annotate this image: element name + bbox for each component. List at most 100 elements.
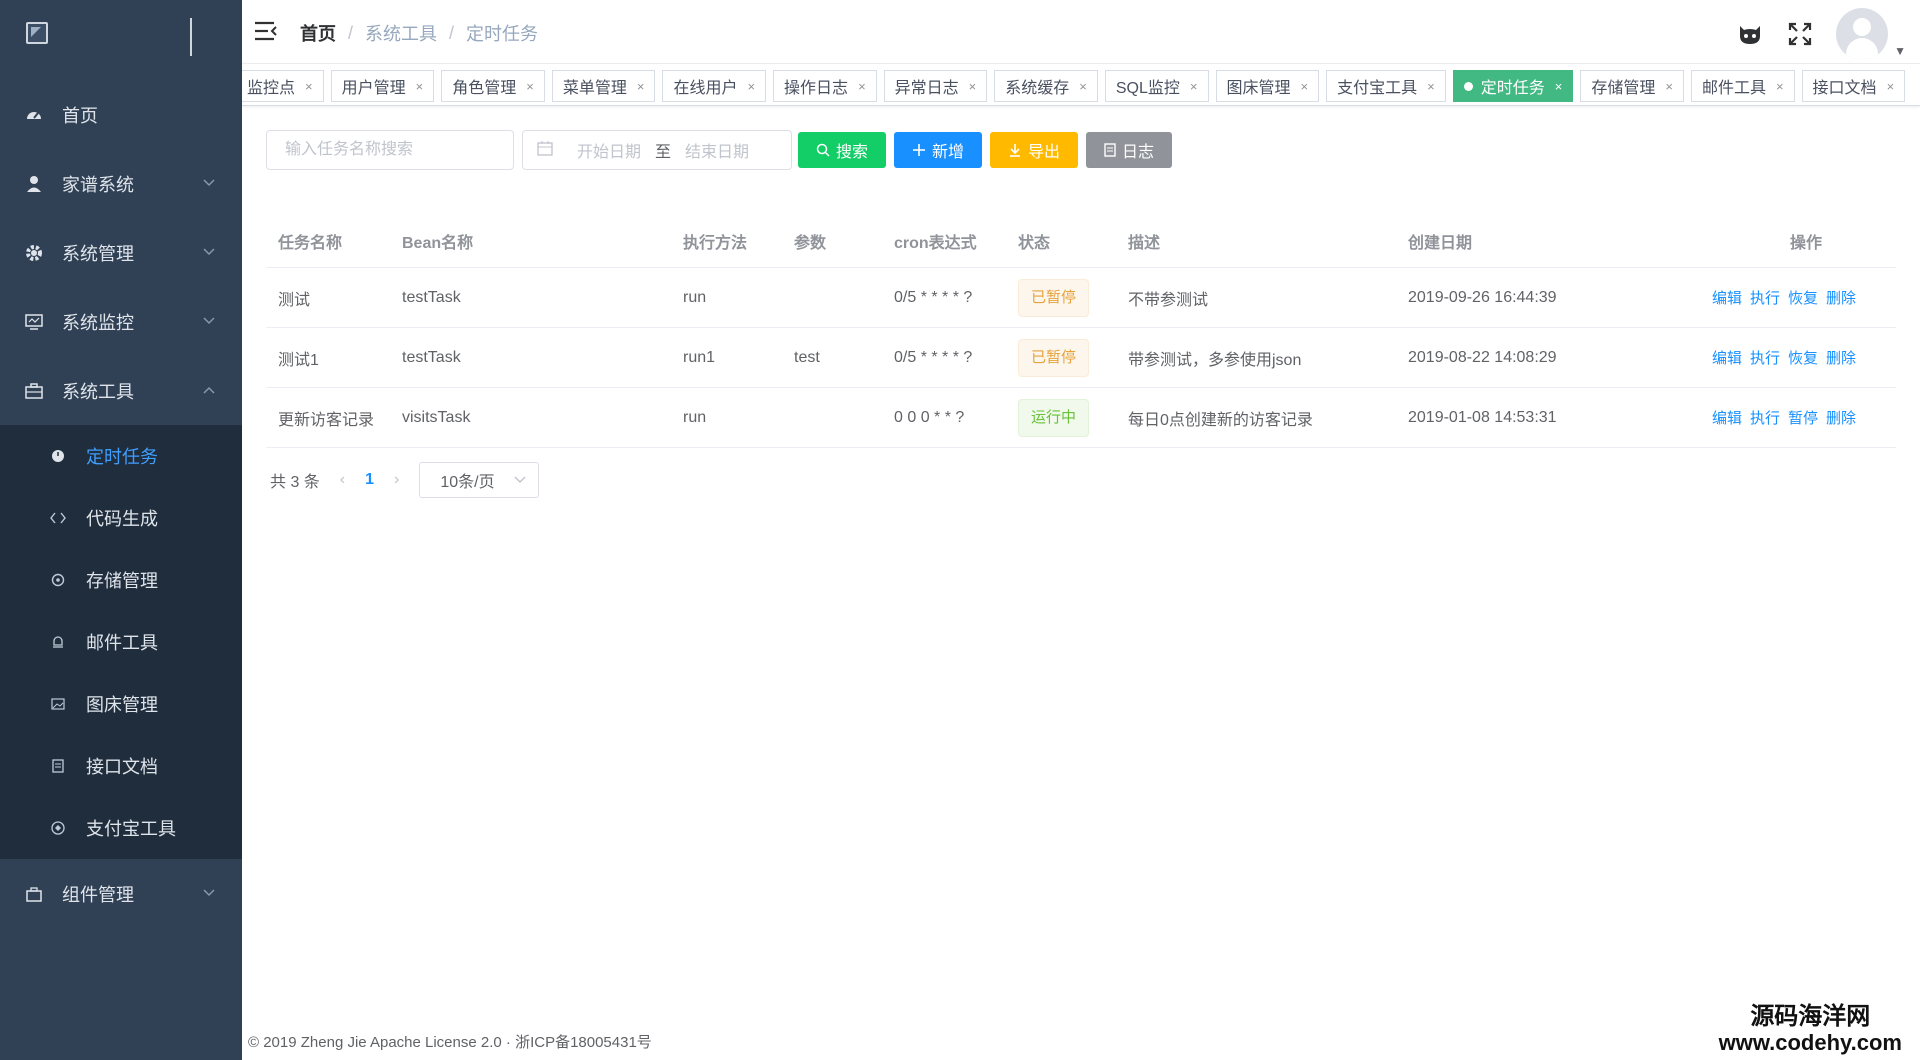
cell-task-name: 更新访客记录 <box>278 411 375 429</box>
sidebar-item-components[interactable]: 组件管理 <box>0 859 242 928</box>
github-icon[interactable] <box>1736 20 1764 48</box>
export-button[interactable]: 导出 <box>990 132 1079 168</box>
cell-params: test <box>794 348 820 366</box>
tag-13[interactable]: 邮件工具 × <box>1690 70 1795 102</box>
close-icon[interactable]: × <box>637 79 645 94</box>
op-link-2[interactable]: 恢复 <box>1788 350 1818 367</box>
tag-5[interactable]: 操作日志 × <box>773 70 877 102</box>
page-size-select[interactable]: 10条/页 <box>419 462 540 498</box>
date-range-picker[interactable]: 开始日期 至 结束日期 <box>522 130 792 170</box>
avatar[interactable] <box>1836 8 1889 60</box>
op-link-1[interactable]: 执行 <box>1750 350 1780 367</box>
close-icon[interactable]: × <box>1301 79 1309 94</box>
sidebar-item-genealogy[interactable]: 家谱系统 <box>0 149 242 218</box>
tag-0[interactable]: 监控点 × <box>242 70 324 102</box>
add-button[interactable]: 新增 <box>894 132 983 168</box>
op-link-0[interactable]: 编辑 <box>1712 350 1742 367</box>
cell-bean-name: visitsTask <box>402 408 471 426</box>
cell-create-date: 2019-09-26 16:44:39 <box>1408 288 1557 306</box>
tag-10[interactable]: 支付宝工具 × <box>1326 70 1446 102</box>
close-icon[interactable]: × <box>1427 79 1435 94</box>
table-body: 测试 testTask run 0/5 * * * * ? 已暂停 不带参测试 2019-0… <box>266 268 1896 448</box>
logo-area <box>0 0 242 80</box>
close-icon[interactable]: × <box>416 79 424 94</box>
footer: © 2019 Zheng Jie Apache License 2.0 · 浙I… <box>248 1034 652 1051</box>
logo-image[interactable] <box>26 22 48 44</box>
op-link-1[interactable]: 执行 <box>1750 290 1780 307</box>
op-link-3[interactable]: 删除 <box>1826 410 1856 427</box>
tag-label: 监控点 <box>247 80 296 97</box>
close-icon[interactable]: × <box>747 79 755 94</box>
search-button[interactable]: 搜索 <box>798 132 887 168</box>
close-icon[interactable]: × <box>1190 79 1198 94</box>
fullscreen-icon[interactable] <box>1786 20 1814 48</box>
tag-1[interactable]: 用户管理 × <box>330 70 435 102</box>
close-icon[interactable]: × <box>1665 79 1673 94</box>
header-operations: 操作 <box>1789 234 1822 252</box>
pagination-total: 共 3 条 <box>270 474 320 491</box>
tag-8[interactable]: SQL监控 × <box>1104 70 1209 102</box>
sidebar-item-alipay[interactable]: 支付宝工具 <box>0 797 242 859</box>
caret-down-icon[interactable]: ▼ <box>1894 44 1906 58</box>
tag-11[interactable]: 定时任务 × <box>1452 70 1574 102</box>
sidebar-item-system-tools[interactable]: 系统工具 <box>0 356 242 425</box>
close-icon[interactable]: × <box>1079 79 1087 94</box>
download-icon <box>1008 143 1022 157</box>
hamburger-icon[interactable] <box>254 20 278 42</box>
close-icon[interactable]: × <box>858 79 866 94</box>
task-name-search-input[interactable] <box>266 130 514 170</box>
op-link-1[interactable]: 执行 <box>1750 410 1780 427</box>
task-table: 任务名称 Bean名称 执行方法 参数 cron表达式 状态 描述 创建日期 操… <box>266 214 1896 448</box>
op-link-2[interactable]: 暂停 <box>1788 410 1818 427</box>
date-end[interactable]: 结束日期 <box>685 138 749 162</box>
sidebar-item-label: 邮件工具 <box>86 633 158 653</box>
tag-3[interactable]: 菜单管理 × <box>551 70 656 102</box>
op-link-3[interactable]: 删除 <box>1826 290 1856 307</box>
op-link-2[interactable]: 恢复 <box>1788 290 1818 307</box>
close-icon[interactable]: × <box>969 79 977 94</box>
close-icon[interactable]: × <box>305 79 313 94</box>
tag-9[interactable]: 图床管理 × <box>1215 70 1320 102</box>
breadcrumb-system-tools[interactable]: 系统工具 <box>365 20 437 46</box>
status-badge: 运行中 <box>1018 398 1090 437</box>
date-start[interactable]: 开始日期 <box>577 138 641 162</box>
tag-7[interactable]: 系统缓存 × <box>994 70 1098 102</box>
sidebar-item-home[interactable]: 首页 <box>0 80 242 149</box>
close-icon[interactable]: × <box>1887 79 1895 94</box>
sidebar-item-scheduled-tasks[interactable]: 定时任务 <box>0 425 242 487</box>
close-icon[interactable]: × <box>526 79 534 94</box>
tag-6[interactable]: 异常日志 × <box>883 70 988 102</box>
tag-4[interactable]: 在线用户 × <box>662 70 767 102</box>
chevron-up-icon <box>202 382 216 400</box>
chevron-right-icon[interactable]: › <box>394 471 399 489</box>
tag-12[interactable]: 存储管理 × <box>1580 70 1684 102</box>
watermark: 源码海洋网 www.codehy.com <box>1719 1004 1902 1056</box>
avatar-body <box>1846 38 1879 60</box>
sidebar-item-label: 组件管理 <box>62 884 134 905</box>
navbar: 首页 / 系统工具 / 定时任务 ▼ <box>242 0 1920 64</box>
op-link-3[interactable]: 删除 <box>1826 350 1856 367</box>
sidebar-item-api-docs[interactable]: 接口文档 <box>0 735 242 797</box>
chevron-left-icon[interactable]: ‹ <box>340 471 345 489</box>
toolbox-icon <box>24 381 44 401</box>
sidebar-item-image-hosting[interactable]: 图床管理 <box>0 673 242 735</box>
sidebar-item-system-management[interactable]: 系统管理 <box>0 218 242 287</box>
sidebar-item-label: 存储管理 <box>86 571 158 591</box>
page-content: 开始日期 至 结束日期 搜索 新增 导出 日志 任务名 <box>266 130 1896 498</box>
sidebar-item-mail[interactable]: 邮件工具 <box>0 611 242 673</box>
close-icon[interactable]: × <box>1776 79 1784 94</box>
tag-14[interactable]: 接口文档 × <box>1801 70 1906 102</box>
op-link-0[interactable]: 编辑 <box>1712 290 1742 307</box>
sidebar-item-system-monitor[interactable]: 系统监控 <box>0 287 242 356</box>
op-link-0[interactable]: 编辑 <box>1712 410 1742 427</box>
breadcrumb-home[interactable]: 首页 <box>300 20 336 46</box>
log-button-label: 日志 <box>1122 144 1155 161</box>
sidebar-item-code-generation[interactable]: 代码生成 <box>0 487 242 549</box>
sidebar-item-storage[interactable]: 存储管理 <box>0 549 242 611</box>
cell-description: 每日0点创建新的访客记录 <box>1128 411 1313 429</box>
log-button[interactable]: 日志 <box>1086 132 1173 168</box>
tag-2[interactable]: 角色管理 × <box>441 70 545 102</box>
sidebar-item-label: 代码生成 <box>86 509 158 529</box>
page-number[interactable]: 1 <box>365 471 374 489</box>
close-icon[interactable]: × <box>1555 79 1563 94</box>
